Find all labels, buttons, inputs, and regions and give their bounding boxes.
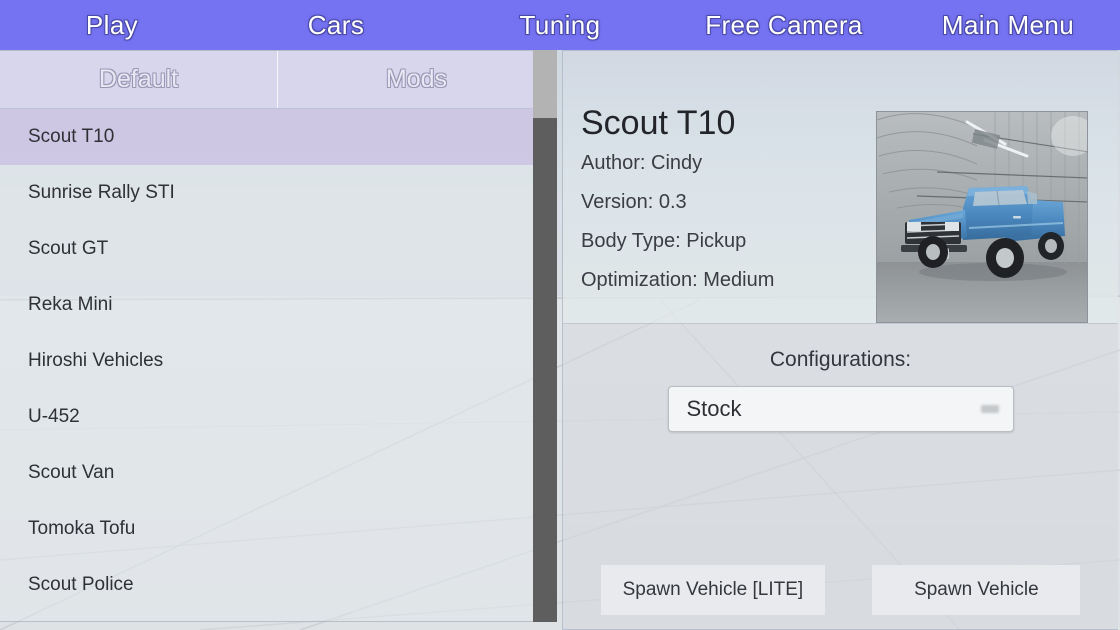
list-item[interactable]: Scout GT (0, 221, 555, 277)
list-item[interactable]: Reka Mini (0, 277, 555, 333)
vehicle-detail-panel: Scout T10 Author: Cindy Version: 0.3 Bod… (562, 50, 1118, 630)
tab-default[interactable]: Default (0, 51, 277, 108)
list-item[interactable]: Scout T10 (0, 109, 555, 165)
list-item[interactable]: Scout Police (0, 557, 555, 613)
configurations-selected-value: Stock (686, 396, 742, 421)
vehicle-selector-screen: Play Cars Tuning Free Camera Main Menu D… (0, 0, 1120, 630)
nav-play[interactable]: Play (0, 0, 224, 50)
vehicle-list[interactable]: Scout T10 Sunrise Rally STI Scout GT Rek… (0, 109, 555, 621)
category-tab-bar: Default Mods (0, 51, 555, 109)
nav-cars[interactable]: Cars (224, 0, 448, 50)
tab-mods[interactable]: Mods (277, 51, 555, 108)
vehicle-config-section: Configurations: Stock Spawn Vehicle [LIT… (563, 323, 1118, 629)
list-item[interactable]: U-452 (0, 389, 555, 445)
spawn-vehicle-button[interactable]: Spawn Vehicle (872, 565, 1081, 615)
vehicle-list-scrollbar[interactable] (533, 50, 557, 622)
vehicle-list-panel: Default Mods Scout T10 Sunrise Rally STI… (0, 50, 556, 622)
spawn-vehicle-lite-button[interactable]: Spawn Vehicle [LITE] (600, 565, 826, 615)
chevron-down-icon (980, 405, 999, 413)
list-item[interactable]: Hiroshi Vehicles (0, 333, 555, 389)
configurations-label: Configurations: (769, 348, 912, 371)
nav-tuning[interactable]: Tuning (448, 0, 672, 50)
configurations-dropdown[interactable]: Stock (667, 386, 1014, 432)
spawn-button-row: Spawn Vehicle [LITE] Spawn Vehicle (563, 565, 1118, 615)
scrollbar-thumb[interactable] (533, 118, 557, 622)
list-item[interactable]: Scout Van (0, 445, 555, 501)
list-item[interactable]: Sunrise Rally STI (0, 165, 555, 221)
nav-main-menu[interactable]: Main Menu (896, 0, 1120, 50)
vehicle-preview-thumbnail (876, 111, 1088, 323)
list-item[interactable]: Tomoka Tofu (0, 501, 555, 557)
nav-free-camera[interactable]: Free Camera (672, 0, 896, 50)
top-navigation-bar: Play Cars Tuning Free Camera Main Menu (0, 0, 1120, 50)
vehicle-detail-header: Scout T10 Author: Cindy Version: 0.3 Bod… (563, 51, 1118, 323)
